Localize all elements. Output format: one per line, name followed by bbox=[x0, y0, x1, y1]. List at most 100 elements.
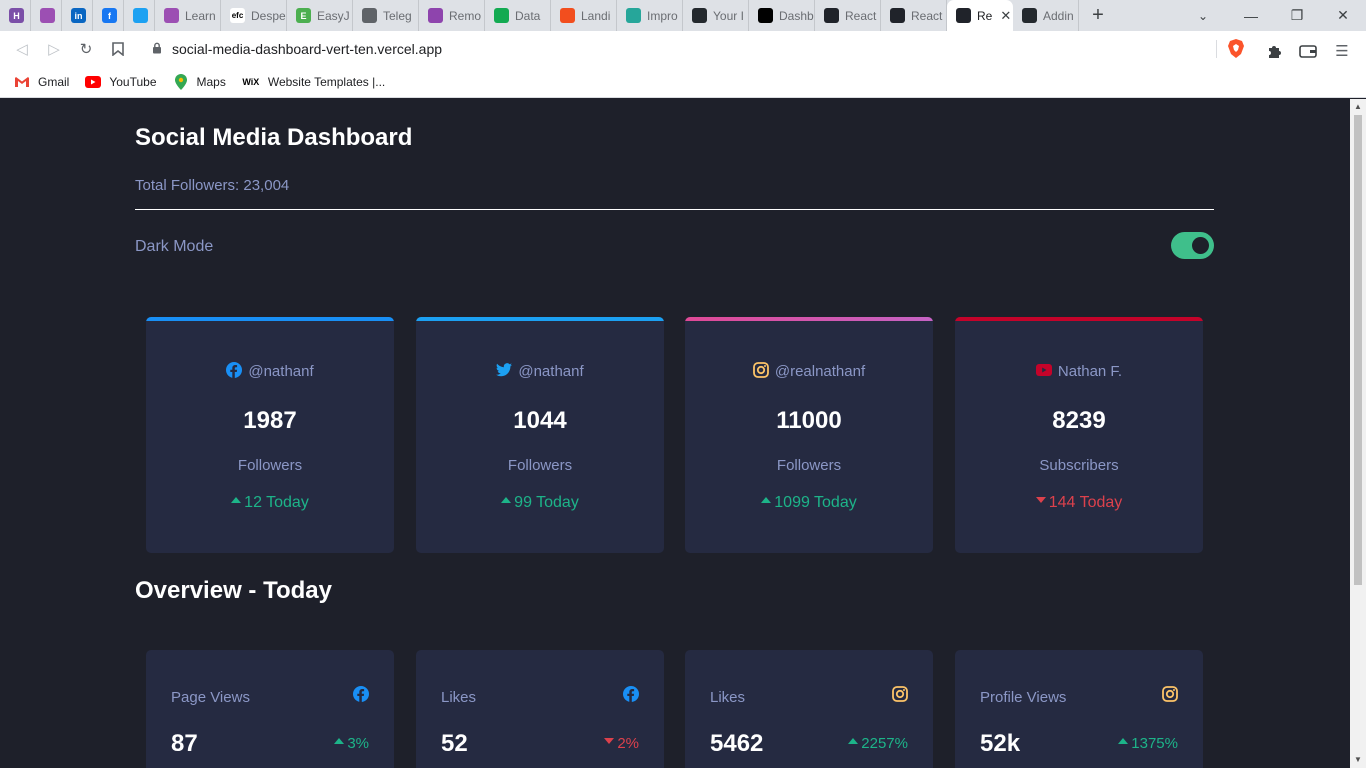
card-handle: @realnathanf bbox=[774, 363, 866, 380]
arrow-up-icon bbox=[231, 497, 242, 503]
card-today: 12 Today bbox=[146, 494, 394, 512]
instagram-icon bbox=[752, 361, 769, 378]
scroll-up-icon[interactable]: ▲ bbox=[1353, 102, 1363, 112]
reload-button[interactable]: ↻ bbox=[70, 33, 102, 65]
overview-label: Page Views bbox=[171, 689, 250, 706]
overview-value: 5462 bbox=[710, 730, 764, 757]
card-handle: Nathan F. bbox=[1057, 363, 1123, 380]
tab-label: EasyJ bbox=[317, 8, 350, 23]
browser-tab[interactable]: f bbox=[93, 0, 124, 31]
tab-label: Remo bbox=[449, 8, 482, 23]
wallet-icon[interactable] bbox=[1294, 35, 1322, 67]
overview-title: Overview - Today bbox=[135, 577, 332, 604]
tab-label: Learn bbox=[185, 8, 216, 23]
browser-tab[interactable]: Data bbox=[485, 0, 551, 31]
bookmark-wix[interactable]: WiX Website Templates |... bbox=[242, 75, 385, 89]
dark-mode-toggle[interactable] bbox=[1171, 232, 1214, 259]
react-icon bbox=[956, 8, 971, 23]
extensions-icon[interactable] bbox=[1260, 35, 1288, 67]
card-instagram[interactable]: @realnathanf 11000 Followers 1099 Today bbox=[685, 317, 933, 553]
youtube-icon bbox=[1035, 363, 1052, 376]
card-today: 99 Today bbox=[416, 494, 664, 512]
bookmarks-bar: Gmail YouTube Maps WiX Website Templates… bbox=[0, 67, 1366, 98]
browser-tab[interactable]: in bbox=[62, 0, 93, 31]
browser-tab[interactable]: Dashb bbox=[749, 0, 815, 31]
overview-percent: 1375% bbox=[1118, 735, 1178, 752]
back-button[interactable]: ◁ bbox=[6, 33, 38, 65]
card-today: 1099 Today bbox=[685, 494, 933, 512]
forward-button[interactable]: ▷ bbox=[38, 33, 70, 65]
toolbar-divider bbox=[1216, 40, 1217, 58]
efc-icon: efc bbox=[230, 8, 245, 23]
close-tab-icon[interactable]: ✕ bbox=[1000, 8, 1011, 24]
dark-mode-label: Dark Mode bbox=[135, 238, 214, 255]
tab-label: React bbox=[845, 8, 877, 23]
new-tab-button[interactable]: + bbox=[1083, 0, 1113, 31]
tab-label: Despe bbox=[251, 8, 286, 23]
overview-card-likes-instagram[interactable]: Likes 5462 2257% bbox=[685, 650, 933, 768]
browser-tab[interactable]: efc Despe bbox=[221, 0, 287, 31]
github-icon bbox=[692, 8, 707, 23]
tab-search-icon[interactable]: ⌄ bbox=[1188, 0, 1218, 31]
linkedin-icon: in bbox=[71, 8, 86, 23]
page-scrollbar[interactable]: ▲ ▼ bbox=[1350, 99, 1366, 768]
tab-label: Data bbox=[515, 8, 541, 23]
tab-label: Re bbox=[977, 8, 993, 23]
facebook-icon bbox=[623, 686, 639, 702]
card-label: Followers bbox=[237, 457, 303, 474]
avatar-icon bbox=[164, 8, 179, 23]
lock-icon bbox=[152, 42, 162, 57]
url-text: social-media-dashboard-vert-ten.vercel.a… bbox=[172, 41, 443, 57]
maps-icon bbox=[173, 74, 189, 90]
instagram-icon bbox=[1162, 686, 1178, 702]
scroll-down-icon[interactable]: ▼ bbox=[1353, 755, 1363, 765]
header-divider bbox=[135, 209, 1214, 210]
bookmark-button[interactable] bbox=[102, 33, 134, 65]
bookmark-gmail[interactable]: Gmail bbox=[14, 75, 69, 89]
card-label: Followers bbox=[776, 457, 842, 474]
card-count: 1987 bbox=[243, 407, 297, 434]
browser-tab[interactable]: React bbox=[881, 0, 947, 31]
browser-tab[interactable]: Your I bbox=[683, 0, 749, 31]
browser-tab[interactable]: Remo bbox=[419, 0, 485, 31]
instagram-icon bbox=[892, 686, 908, 702]
overview-card-profile-views[interactable]: Profile Views 52k 1375% bbox=[955, 650, 1203, 768]
react-icon bbox=[890, 8, 905, 23]
react-icon bbox=[824, 8, 839, 23]
card-accent-bar bbox=[146, 317, 394, 321]
browser-tab[interactable] bbox=[124, 0, 155, 31]
card-handle: @nathanf bbox=[248, 363, 314, 380]
twitter-icon bbox=[133, 8, 148, 23]
overview-label: Likes bbox=[710, 689, 746, 706]
browser-tab[interactable]: Learn bbox=[155, 0, 221, 31]
browser-tab[interactable]: Impro bbox=[617, 0, 683, 31]
dashboard-page: Social Media Dashboard Total Followers: … bbox=[0, 99, 1350, 768]
bookmark-maps[interactable]: Maps bbox=[173, 74, 226, 90]
bookmark-youtube[interactable]: YouTube bbox=[85, 75, 157, 89]
arrow-up-icon bbox=[848, 738, 859, 744]
overview-card-likes-facebook[interactable]: Likes 52 2% bbox=[416, 650, 664, 768]
brave-shield-icon[interactable] bbox=[1227, 38, 1245, 59]
scrollbar-thumb[interactable] bbox=[1354, 115, 1362, 585]
address-bar[interactable]: social-media-dashboard-vert-ten.vercel.a… bbox=[140, 35, 1220, 63]
card-youtube[interactable]: Nathan F. 8239 Subscribers 144 Today bbox=[955, 317, 1203, 553]
browser-tab[interactable]: E EasyJ bbox=[287, 0, 353, 31]
browser-tab[interactable]: Addin bbox=[1013, 0, 1079, 31]
close-window-button[interactable]: ✕ bbox=[1320, 0, 1366, 31]
card-twitter[interactable]: @nathanf 1044 Followers 99 Today bbox=[416, 317, 664, 553]
browser-tab[interactable]: Landi bbox=[551, 0, 617, 31]
restore-button[interactable]: ❐ bbox=[1274, 0, 1320, 31]
overview-card-page-views[interactable]: Page Views 87 3% bbox=[146, 650, 394, 768]
browser-tab[interactable]: React bbox=[815, 0, 881, 31]
browser-tab[interactable]: Re ✕ bbox=[947, 0, 1013, 31]
card-accent-bar bbox=[955, 317, 1203, 321]
browser-tab[interactable] bbox=[31, 0, 62, 31]
card-facebook[interactable]: @nathanf 1987 Followers 12 Today bbox=[146, 317, 394, 553]
overview-label: Likes bbox=[441, 689, 477, 706]
browser-tab[interactable]: Teleg bbox=[353, 0, 419, 31]
overview-percent: 2% bbox=[604, 735, 639, 752]
browser-tab[interactable]: H bbox=[0, 0, 31, 31]
menu-icon[interactable]: ☰ bbox=[1328, 35, 1356, 67]
minimize-button[interactable]: — bbox=[1228, 0, 1274, 31]
twitter-icon bbox=[496, 362, 513, 376]
